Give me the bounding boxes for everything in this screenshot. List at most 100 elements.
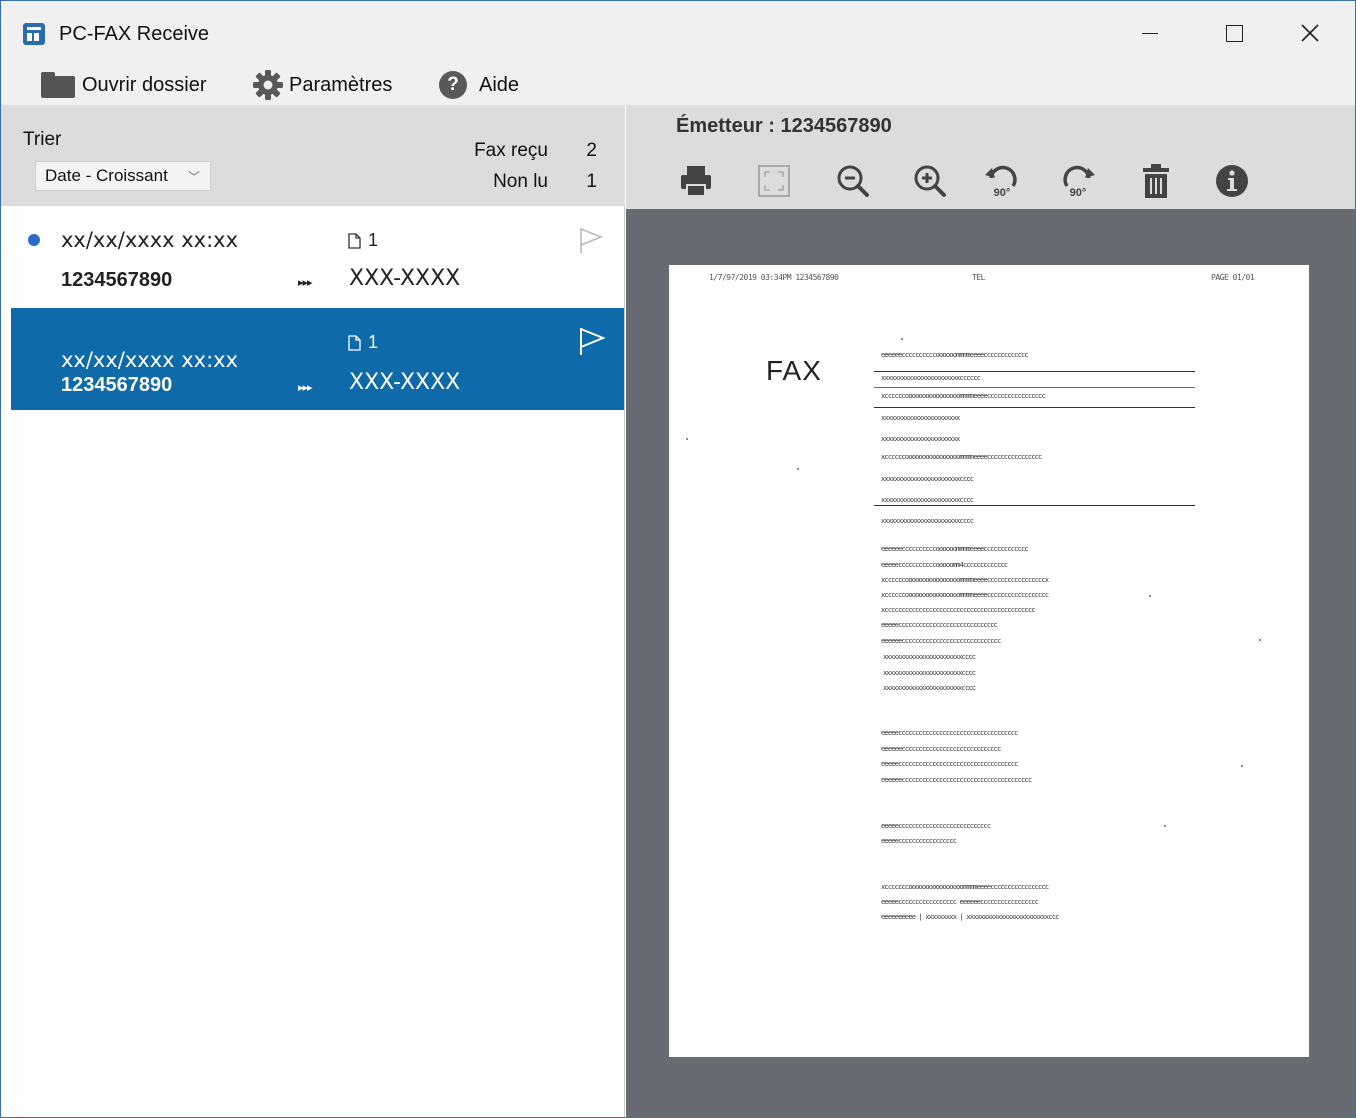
rotate-right-label: 90° (1070, 187, 1087, 199)
fax-page-rule (874, 371, 1195, 372)
fax-list-item-selected[interactable]: xx/xx/xxxx xx:xx 1 1234567890 ▸▸▸ XXX-XX… (11, 308, 624, 410)
title-bar: PC-FAX Receive (1, 1, 1355, 65)
fax-text-line: xccccccoooooooooooooooommmmeeeeccccccccc… (881, 392, 1046, 400)
main-toolbar: Ouvrir dossier Paramètres ? Aide (1, 65, 1355, 105)
fax-text-line: xxxxxxxxxxxxxxxxxxxxxxxcccc (883, 669, 976, 677)
arrows-icon: ▸▸▸ (298, 382, 313, 394)
fax-page-header-mid: TEL (972, 273, 985, 282)
sender-label: Émetteur : 1234567890 (676, 115, 892, 137)
page-icon (348, 232, 361, 249)
fax-page-preview[interactable]: 1/7/97/2019 03:34PM 1234567890 TEL PAGE … (669, 265, 1309, 1057)
flag-icon[interactable] (578, 326, 606, 356)
help-button[interactable]: ? Aide (439, 69, 519, 101)
fax-text-line: xxxxxxxxxxxxxxxxxxxxxxxcccc (883, 653, 976, 661)
fax-text-line: xxxxxxxxxxxxxxxxxxxxxxxcccccc (881, 374, 981, 382)
minimize-icon (1142, 32, 1158, 34)
scan-speck (1259, 639, 1261, 641)
sort-selected-value: Date - Croissant (45, 166, 168, 185)
fax-text-line: eeeeeccccccccccccccccccccccccccccc (881, 621, 998, 629)
fax-text-line: eeeeeeccccccccccccccccccccccccccccc (881, 745, 1001, 753)
maximize-icon (1225, 24, 1243, 42)
fax-received-count: 2 (586, 140, 597, 161)
delete-button[interactable] (1136, 161, 1176, 201)
fax-date: xx/xx/xxxx xx:xx (61, 228, 239, 252)
preview-header: Émetteur : 1234567890 90° 90° (626, 105, 1355, 209)
rotate-right-icon: 90° (1063, 165, 1095, 199)
maximize-button[interactable] (1211, 13, 1257, 53)
page-icon (348, 334, 361, 351)
fax-destination: XXX-XXXX (349, 266, 461, 291)
info-icon (1216, 165, 1248, 197)
fax-text-line: xxxxxxxxxxxxxxxxxxxxxxxcccc (881, 496, 974, 504)
print-icon (681, 166, 711, 197)
delete-icon (1143, 164, 1169, 198)
fax-text-line: xcccccccoooooooooooooooommmmeeeecccccccc… (881, 883, 1049, 891)
close-button[interactable] (1287, 13, 1333, 53)
arrows-icon: ▸▸▸ (298, 277, 313, 289)
zoom-out-button[interactable] (833, 161, 873, 201)
rotate-left-label: 90° (994, 187, 1011, 199)
fax-date: xx/xx/xxxx xx:xx (61, 348, 239, 372)
fax-text-line: xxxxxxxxxxxxxxxxxxxxxxxcccc (881, 475, 974, 483)
fax-text-line: eeeeeccccccccccccccccc eeeeeeccccccccccc… (881, 898, 1039, 906)
info-button[interactable] (1212, 161, 1252, 201)
help-icon: ? (439, 71, 467, 99)
fax-page-header-right: PAGE 01/01 (1211, 273, 1255, 282)
folder-icon (41, 72, 75, 98)
fax-list-panel: Trier Date - Croissant ﹀ Fax reçu 2 Non … (1, 105, 625, 1117)
fax-sender-number: 1234567890 (61, 269, 173, 291)
scan-speck (1164, 825, 1166, 827)
settings-label: Paramètres (289, 73, 393, 96)
fax-text-line: eeeeeecccccccccccccccccccccccccccccccccc… (881, 776, 1032, 784)
gear-icon (253, 70, 283, 100)
fax-page-count: 1 (368, 230, 379, 250)
app-icon (23, 23, 45, 45)
fax-text-line: xxxxxxxxxxxxxxxxxxxxxxxcccc (881, 517, 974, 525)
sort-label: Trier (23, 129, 62, 150)
rotate-left-icon: 90° (985, 165, 1017, 199)
zoom-in-button[interactable] (910, 161, 950, 201)
fax-received-label: Fax reçu (474, 140, 548, 161)
rotate-right-button[interactable]: 90° (1058, 161, 1098, 201)
fit-icon (758, 165, 790, 197)
fax-page-rule (874, 505, 1195, 506)
fax-text-line: xccccccccccccccccccccccccccccccccccccccc… (881, 606, 1035, 614)
pc-fax-window: PC-FAX Receive Ouvrir dossier Paramètres… (0, 0, 1356, 1118)
rotate-left-button[interactable]: 90° (982, 161, 1022, 201)
fax-page-count: 1 (368, 332, 379, 352)
fax-text-line: xxxxxxxxxxxxxxxxxxxxxxx (881, 435, 960, 443)
fax-text-line: eeeeeccccccccccccccccccccccccccccccccccc (881, 760, 1018, 768)
fax-text-line: eeeeeeccccccccccccccccccccccccccccc (881, 637, 1001, 645)
fax-text-line: xccccccoooooooooooooooommmmeeeeccccccccc… (881, 591, 1049, 599)
open-folder-button[interactable]: Ouvrir dossier (41, 69, 206, 101)
flag-icon[interactable] (578, 226, 604, 254)
fax-list-item[interactable]: xx/xx/xxxx xx:xx 1 1234567890 ▸▸▸ XXX-XX… (11, 206, 624, 308)
fax-page-rule (874, 387, 1195, 388)
fax-text-line: xccccccoooooooooooooooommmmeeeeccccccccc… (881, 453, 1042, 461)
fax-text-line: xxxxxxxxxxxxxxxxxxxxxxxcccc (883, 684, 976, 692)
fit-button[interactable] (754, 161, 794, 201)
scan-speck (901, 338, 903, 340)
fax-text-line: eeeeeccccccccccccccccc (881, 837, 957, 845)
zoom-out-icon (837, 165, 869, 197)
scan-speck (1241, 765, 1243, 767)
fax-text-line: eeeeeeccccccccccoooooommmmeeeecccccccccc… (881, 351, 1029, 359)
fax-page-heading: FAX (766, 355, 822, 386)
zoom-in-icon (914, 165, 946, 197)
fax-text-line: eeeeeeccccccccccoooooommmmeeeecccccccccc… (881, 545, 1029, 553)
fax-text-line: xccccccoooooooooooooooommmmeeeeccccccccc… (881, 576, 1049, 584)
fax-sender-number: 1234567890 (61, 374, 173, 396)
fax-text-line: eeeeeccccccccccccccccccccccccccc (881, 822, 991, 830)
fax-page-header-left: 1/7/97/2019 03:34PM 1234567890 (709, 273, 839, 282)
settings-button[interactable]: Paramètres (251, 69, 392, 101)
unread-dot-icon (28, 234, 40, 246)
chevron-down-icon: ﹀ (187, 170, 200, 184)
unread-label: Non lu (493, 171, 548, 192)
scan-speck (1149, 595, 1151, 597)
unread-count: 1 (586, 171, 597, 192)
sort-header: Trier Date - Croissant ﹀ Fax reçu 2 Non … (1, 105, 625, 206)
fax-text-line: eeeeeeeeee | xxxxxxxxx | xxxxxxxxxxxxxxx… (881, 913, 1059, 921)
print-button[interactable] (676, 161, 716, 201)
sort-dropdown[interactable]: Date - Croissant ﹀ (35, 161, 211, 191)
minimize-button[interactable] (1127, 13, 1173, 53)
